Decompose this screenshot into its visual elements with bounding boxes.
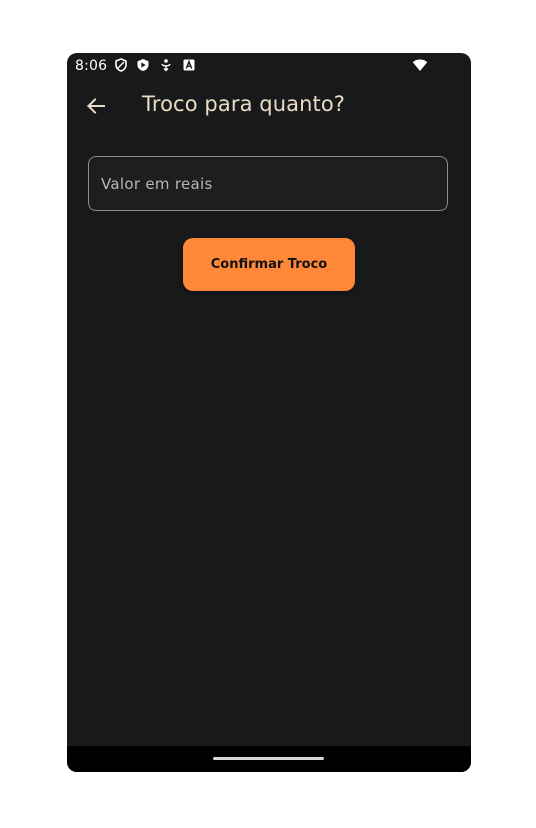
arrow-left-icon (83, 98, 109, 123)
status-time: 8:06 (75, 58, 108, 74)
page-title: Troco para quanto? (142, 92, 346, 116)
back-button[interactable] (83, 93, 109, 119)
notification-icon (159, 58, 173, 72)
status-bar: 8:06 (67, 53, 471, 79)
app-bar: Troco para quanto? (67, 79, 471, 135)
wifi-icon (412, 58, 428, 72)
font-a-icon (182, 58, 196, 72)
play-store-icon (136, 58, 150, 72)
amount-field[interactable] (88, 156, 448, 211)
confirm-change-button[interactable]: Confirmar Troco (183, 238, 355, 291)
home-gesture-handle[interactable] (213, 757, 324, 760)
phone-screen: 8:06 Troco para quanto? Valor em reais C… (67, 53, 471, 772)
amount-input[interactable] (89, 157, 447, 210)
navigation-bar (67, 746, 471, 772)
vpn-shield-icon (114, 58, 128, 72)
